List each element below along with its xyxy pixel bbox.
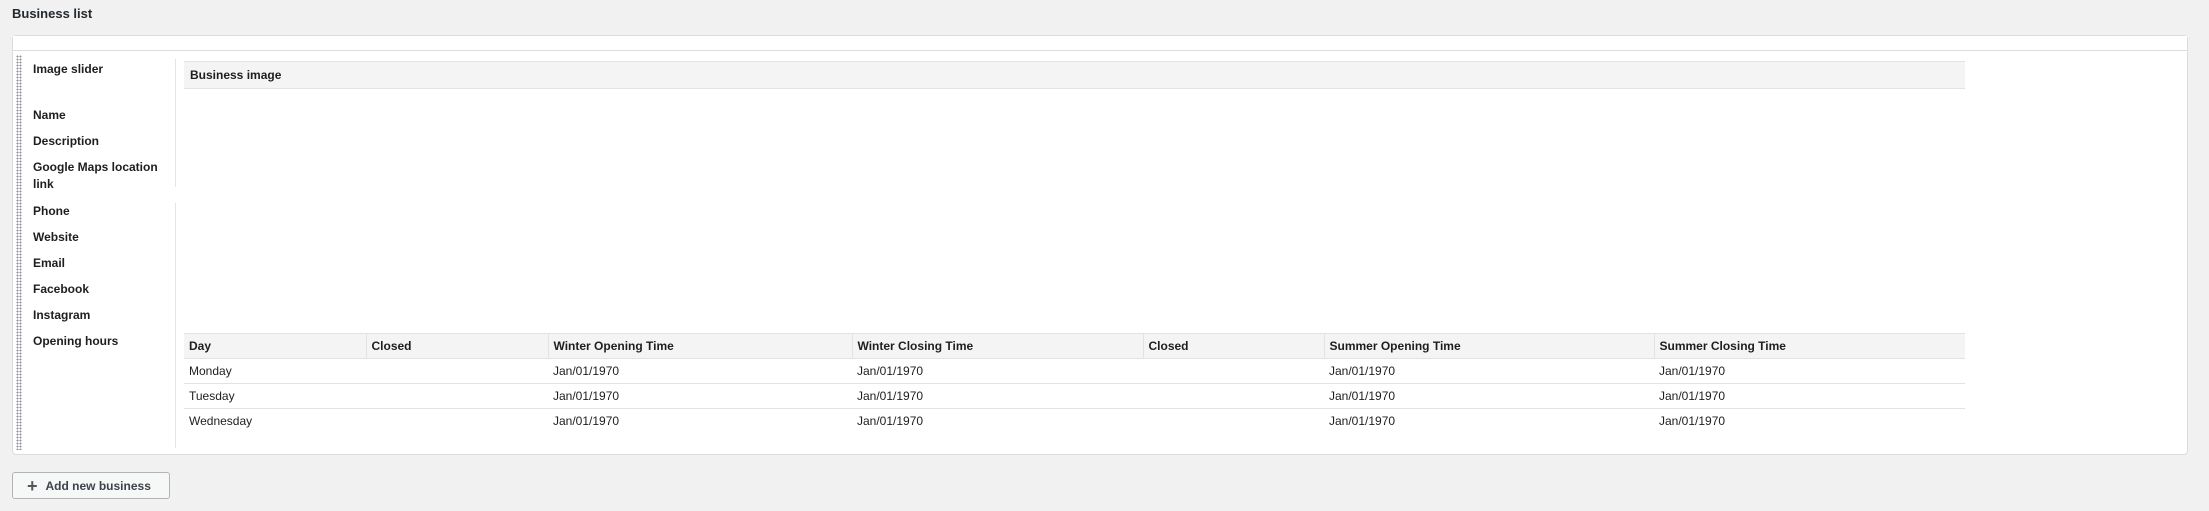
table-cell[interactable]: Jan/01/1970	[1324, 358, 1654, 384]
label-image-slider: Image slider	[33, 62, 104, 76]
section-title: Business list	[12, 6, 93, 21]
field-content: Business image Day Closed Winter Opening…	[184, 61, 1965, 433]
label-description: Description	[33, 134, 100, 148]
table-cell[interactable]: Jan/01/1970	[1654, 409, 1965, 434]
label-phone: Phone	[33, 204, 70, 218]
label-opening-hours: Opening hours	[33, 334, 119, 348]
table-cell: Monday	[184, 358, 366, 384]
table-cell[interactable]: Jan/01/1970	[548, 358, 852, 384]
business-row: Image slider Name Description Google Map…	[13, 51, 2187, 454]
table-cell[interactable]	[1143, 409, 1324, 434]
table-cell[interactable]	[366, 383, 548, 409]
label-facebook: Facebook	[33, 282, 90, 296]
column-header: Summer Opening Time	[1323, 333, 1654, 359]
label-name: Name	[33, 108, 66, 122]
label-google-maps: Google Maps location link	[33, 160, 158, 191]
table-cell[interactable]: Jan/01/1970	[852, 383, 1143, 409]
table-header-row: Day Closed Winter Opening Time Winter Cl…	[184, 333, 1965, 359]
table-cell[interactable]: Jan/01/1970	[1324, 383, 1654, 409]
business-image-header: Business image	[184, 61, 1965, 89]
table-cell[interactable]	[366, 358, 548, 384]
table-row: Wednesday Jan/01/1970 Jan/01/1970 Jan/01…	[184, 409, 1965, 434]
column-header: Winter Opening Time	[547, 333, 852, 359]
table-row: Tuesday Jan/01/1970 Jan/01/1970 Jan/01/1…	[184, 383, 1965, 409]
divider	[175, 59, 176, 187]
table-cell[interactable]: Jan/01/1970	[1324, 409, 1654, 434]
business-image-area[interactable]	[184, 89, 1965, 333]
table-cell[interactable]: Jan/01/1970	[852, 358, 1143, 384]
label-website: Website	[33, 230, 79, 244]
drag-handle[interactable]	[16, 55, 22, 450]
business-list-container: Image slider Name Description Google Map…	[12, 35, 2188, 455]
column-header: Closed	[1142, 333, 1324, 359]
label-email: Email	[33, 256, 66, 270]
add-new-business-label: Add new business	[45, 478, 151, 493]
column-header: Day	[184, 333, 366, 359]
container-header	[13, 36, 2187, 51]
table-cell[interactable]: Jan/01/1970	[1654, 383, 1965, 409]
label-instagram: Instagram	[33, 308, 91, 322]
table-cell: Wednesday	[189, 414, 253, 428]
table-cell[interactable]	[1143, 358, 1324, 384]
divider	[175, 203, 176, 448]
plus-icon: +	[27, 475, 38, 496]
table-cell[interactable]: Jan/01/1970	[1654, 358, 1965, 384]
opening-hours-table: Day Closed Winter Opening Time Winter Cl…	[184, 333, 1965, 433]
add-new-business-button[interactable]: + Add new business	[12, 472, 170, 499]
table-cell[interactable]: Jan/01/1970	[852, 409, 1143, 434]
column-header: Winter Closing Time	[851, 333, 1143, 359]
table-cell[interactable]: Jan/01/1970	[548, 409, 852, 434]
table-cell[interactable]: Jan/01/1970	[548, 383, 852, 409]
table-row: Monday Jan/01/1970 Jan/01/1970 Jan/01/19…	[184, 358, 1965, 384]
column-header: Closed	[365, 333, 548, 359]
table-cell: Tuesday	[184, 383, 366, 409]
table-cell[interactable]	[1143, 383, 1324, 409]
column-header: Summer Closing Time	[1653, 333, 1965, 359]
table-cell[interactable]	[366, 409, 548, 434]
